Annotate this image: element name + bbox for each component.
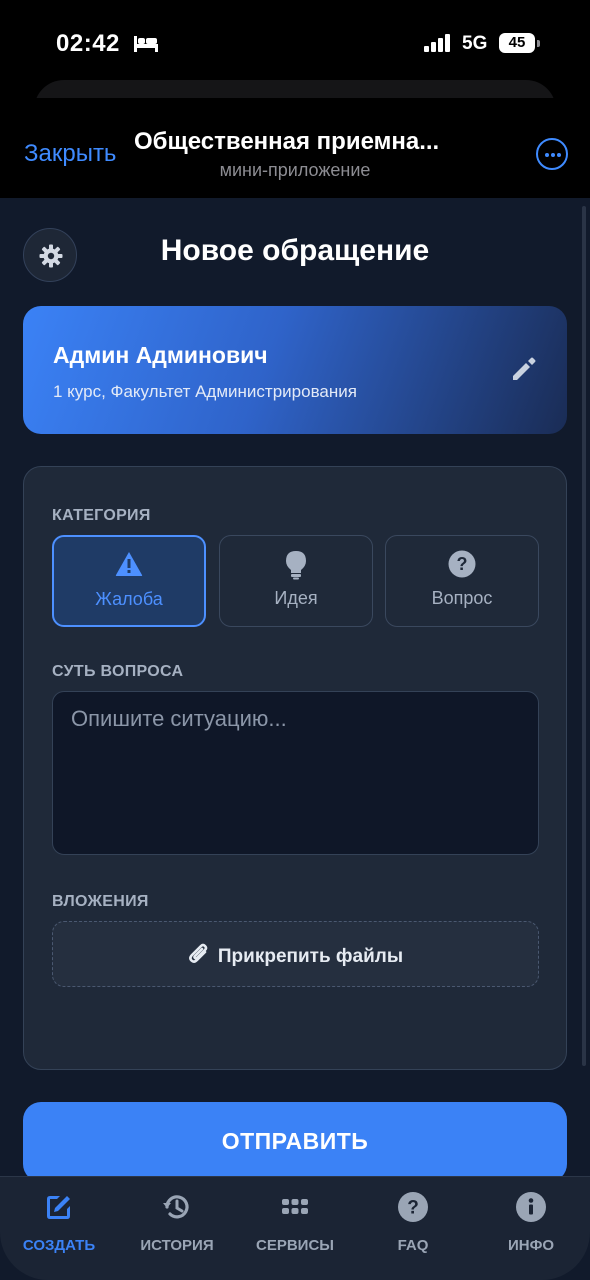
more-options-button[interactable] <box>536 138 568 170</box>
sleep-mode-icon <box>134 36 158 52</box>
edit-icon <box>47 1196 70 1219</box>
user-info: 1 курс, Факультет Администрирования <box>53 382 357 401</box>
tab-info[interactable]: ИНФО <box>472 1191 590 1254</box>
scrollbar[interactable] <box>582 206 586 1066</box>
battery-icon: 45 <box>499 33 540 53</box>
category-idea[interactable]: Идея <box>219 535 373 627</box>
submit-button[interactable]: ОТПРАВИТЬ <box>23 1102 567 1182</box>
paperclip-icon <box>188 943 208 963</box>
svg-text:?: ? <box>407 1198 419 1219</box>
svg-text:?: ? <box>457 554 468 574</box>
tab-info-label: ИНФО <box>507 1237 555 1254</box>
signal-icon <box>424 34 452 52</box>
category-complaint[interactable]: Жалоба <box>52 535 206 627</box>
question-label: СУТЬ ВОПРОСА <box>52 663 184 680</box>
status-bar: 02:42 5G 45 <box>0 0 590 90</box>
category-complaint-label: Жалоба <box>95 589 163 609</box>
tab-faq-label: FAQ <box>397 1237 429 1254</box>
history-icon <box>163 1195 189 1219</box>
question-icon: ? <box>448 550 476 578</box>
user-name: Админ Админович <box>53 342 268 368</box>
attach-files-label: Прикрепить файлы <box>217 946 404 967</box>
attachments-label: ВЛОЖЕНИЯ <box>52 893 149 910</box>
tab-history[interactable]: ИСТОРИЯ <box>118 1191 236 1254</box>
tab-services-label: СЕРВИСЫ <box>256 1237 334 1254</box>
category-question-label: Вопрос <box>431 588 493 608</box>
attach-files-button[interactable]: Прикрепить файлы <box>52 921 539 987</box>
grid-icon <box>282 1199 308 1214</box>
main-content: Новое обращение Админ Админович 1 курс, … <box>0 198 590 1280</box>
user-card: Админ Админович 1 курс, Факультет Админи… <box>23 306 567 434</box>
warning-icon <box>115 552 143 576</box>
page-title: Новое обращение <box>160 234 430 267</box>
question-icon: ? <box>398 1192 428 1222</box>
category-idea-label: Идея <box>274 588 318 608</box>
bottom-tab-bar: СОЗДАТЬ ИСТОРИЯ СЕРВИСЫ ? FAQ ИНФО <box>0 1176 590 1280</box>
info-icon <box>516 1192 546 1222</box>
lightbulb-icon <box>286 551 306 580</box>
tab-create-label: СОЗДАТЬ <box>22 1237 96 1254</box>
network-type: 5G <box>462 33 488 54</box>
app-title: Общественная приемна... <box>134 128 440 155</box>
tab-create[interactable]: СОЗДАТЬ <box>0 1191 118 1254</box>
request-form: КАТЕГОРИЯ Жалоба Идея ? Вопрос СУТЬ ВОПР… <box>23 466 567 1070</box>
category-label: КАТЕГОРИЯ <box>52 507 151 524</box>
status-time: 02:42 <box>56 30 120 57</box>
tab-services[interactable]: СЕРВИСЫ <box>236 1191 354 1254</box>
mini-app-header: Закрыть Общественная приемна... мини-при… <box>0 98 590 198</box>
tab-faq[interactable]: ? FAQ <box>354 1191 472 1254</box>
pencil-icon[interactable] <box>509 356 537 384</box>
category-question[interactable]: ? Вопрос <box>385 535 539 627</box>
app-subtitle: мини-приложение <box>219 160 371 180</box>
tab-history-label: ИСТОРИЯ <box>140 1237 214 1254</box>
question-textarea[interactable]: Опишите ситуацию... <box>52 691 539 855</box>
